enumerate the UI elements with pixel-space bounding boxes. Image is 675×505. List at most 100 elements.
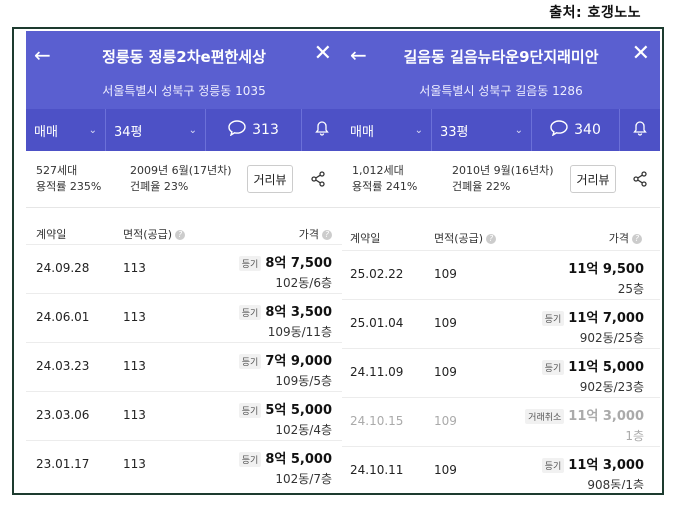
apartment-title: 정릉동 정릉2차e편한세상 <box>102 48 266 66</box>
chevron-down-icon: ⌄ <box>188 124 197 136</box>
close-icon[interactable]: ✕ <box>632 43 650 65</box>
source-credit: 출처: 호갱노노 <box>549 5 641 21</box>
table-row[interactable]: 23.03.06 113 등기 5억 5,000 102동/4층 <box>26 391 342 440</box>
area: 109 <box>434 316 457 330</box>
apartment-info: 1,012세대 용적률 241% 2010년 9월(16년차) 건폐율 22% … <box>342 151 660 208</box>
filter-bar: 매매 ⌄ 34평 ⌄ 313 <box>26 109 342 151</box>
chevron-down-icon: ⌄ <box>514 124 523 136</box>
building-coverage: 건폐율 23% <box>130 180 189 193</box>
table-row[interactable]: 24.06.01 113 등기 8억 3,500 109동/11층 <box>26 293 342 342</box>
apartment-address: 서울특별시 성북구 정릉동 1035 <box>102 84 266 98</box>
contract-date: 24.11.09 <box>350 365 404 379</box>
floor: 902동/25층 <box>579 331 644 345</box>
floor: 908동/1층 <box>587 478 644 489</box>
help-icon[interactable]: ? <box>486 234 497 244</box>
registered-badge: 등기 <box>238 305 262 320</box>
table-row[interactable]: 24.03.23 113 등기 7억 9,000 109동/5층 <box>26 342 342 391</box>
floor: 109동/11층 <box>267 325 332 339</box>
apartment-address: 서울특별시 성북구 길음동 1286 <box>419 84 583 98</box>
registered-badge: 등기 <box>541 311 565 326</box>
notification-button[interactable] <box>302 109 342 151</box>
column-price-label: 가격 <box>298 228 319 241</box>
table-row[interactable]: 25.02.22 109 11억 9,500 25층 <box>342 250 660 299</box>
notification-button[interactable] <box>620 109 660 151</box>
panel-header: ← 길음동 길음뉴타운9단지래미안 ✕ 서울특별시 성북구 길음동 1286 매… <box>342 31 660 151</box>
trade-type-dropdown[interactable]: 매매 ⌄ <box>342 109 432 151</box>
column-date: 계약일 <box>36 228 67 241</box>
floor: 25층 <box>617 282 644 296</box>
registered-badge: 등기 <box>541 458 565 473</box>
trade-type-dropdown[interactable]: 매매 ⌄ <box>26 109 106 151</box>
column-date: 계약일 <box>350 232 381 245</box>
speech-bubble-icon <box>228 120 246 140</box>
area: 109 <box>434 267 457 281</box>
floor-area-ratio: 용적률 235% <box>36 180 102 193</box>
price: 11억 7,000 <box>568 311 644 326</box>
area: 109 <box>434 414 457 428</box>
column-area-label: 면적(공급) <box>123 228 173 241</box>
trade-type-label: 매매 <box>350 124 374 140</box>
street-view-button[interactable]: 거리뷰 <box>570 165 616 193</box>
floor-area-ratio: 용적률 241% <box>352 180 418 193</box>
registered-badge: 등기 <box>238 256 262 271</box>
comments-button[interactable]: 313 <box>206 109 302 151</box>
size-label: 33평 <box>440 124 469 140</box>
help-icon[interactable]: ? <box>322 230 332 240</box>
floor: 102동/7층 <box>275 472 332 486</box>
bell-icon <box>314 120 330 140</box>
floor: 109동/5층 <box>275 374 332 388</box>
area: 113 <box>123 408 146 422</box>
table-row[interactable]: 24.11.09 109 등기 11억 5,000 902동/23층 <box>342 348 660 397</box>
close-icon[interactable]: ✕ <box>314 43 332 65</box>
floor: 1층 <box>625 429 644 443</box>
table-header: 계약일 면적(공급)? 가격? <box>26 208 342 244</box>
area: 113 <box>123 359 146 373</box>
price: 11억 5,000 <box>568 360 644 375</box>
price: 8억 7,500 <box>265 256 332 271</box>
floor: 902동/23층 <box>579 380 644 394</box>
column-area[interactable]: 면적(공급)? <box>123 226 186 242</box>
share-icon[interactable] <box>632 171 648 191</box>
registered-badge: 등기 <box>238 354 262 369</box>
column-area[interactable]: 면적(공급)? <box>434 230 497 246</box>
trade-type-label: 매매 <box>34 124 58 140</box>
comments-button[interactable]: 340 <box>532 109 620 151</box>
contract-date: 24.06.01 <box>36 310 90 324</box>
table-row[interactable]: 24.10.15 109 거래취소 11억 3,000 1층 <box>342 397 660 446</box>
built-date: 2009년 6월(17년차) <box>130 164 232 177</box>
households: 527세대 <box>36 164 78 177</box>
contract-date: 24.10.15 <box>350 414 404 428</box>
street-view-button[interactable]: 거리뷰 <box>247 165 293 193</box>
contract-date: 25.02.22 <box>350 267 404 281</box>
area: 109 <box>434 463 457 477</box>
transaction-list: 24.09.28 113 등기 8억 7,500 102동/6층 24.06.01 … <box>26 244 342 486</box>
size-dropdown[interactable]: 33평 ⌄ <box>432 109 532 151</box>
column-price[interactable]: 가격? <box>299 226 332 242</box>
speech-bubble-icon <box>550 120 568 140</box>
help-icon[interactable]: ? <box>632 234 642 244</box>
cancelled-badge: 거래취소 <box>525 409 565 424</box>
built-date: 2010년 9월(16년차) <box>452 164 554 177</box>
table-row[interactable]: 24.09.28 113 등기 8억 7,500 102동/6층 <box>26 244 342 293</box>
area: 109 <box>434 365 457 379</box>
price: 5억 5,000 <box>265 403 332 418</box>
floor: 102동/4층 <box>275 423 332 437</box>
price: 8억 3,500 <box>265 305 332 320</box>
share-icon[interactable] <box>310 171 326 191</box>
chevron-down-icon: ⌄ <box>88 124 97 136</box>
building-coverage: 건폐율 22% <box>452 180 511 193</box>
column-price[interactable]: 가격? <box>609 230 642 246</box>
column-price-label: 가격 <box>608 232 629 245</box>
apartment-panel-jeongneung: ← 정릉동 정릉2차e편한세상 ✕ 서울특별시 성북구 정릉동 1035 매매 … <box>26 31 342 486</box>
size-dropdown[interactable]: 34평 ⌄ <box>106 109 206 151</box>
table-row[interactable]: 24.10.11 109 등기 11억 3,000 908동/1층 <box>342 446 660 489</box>
table-row[interactable]: 23.01.17 113 등기 8억 5,000 102동/7층 <box>26 440 342 486</box>
column-area-label: 면적(공급) <box>434 232 484 245</box>
registered-badge: 등기 <box>238 403 262 418</box>
help-icon[interactable]: ? <box>175 230 186 240</box>
table-row[interactable]: 25.01.04 109 등기 11억 7,000 902동/25층 <box>342 299 660 348</box>
apartment-panel-gireum: ← 길음동 길음뉴타운9단지래미안 ✕ 서울특별시 성북구 길음동 1286 매… <box>342 31 660 489</box>
price: 7억 9,000 <box>265 354 332 369</box>
area: 113 <box>123 310 146 324</box>
apartment-title: 길음동 길음뉴타운9단지래미안 <box>403 48 599 66</box>
